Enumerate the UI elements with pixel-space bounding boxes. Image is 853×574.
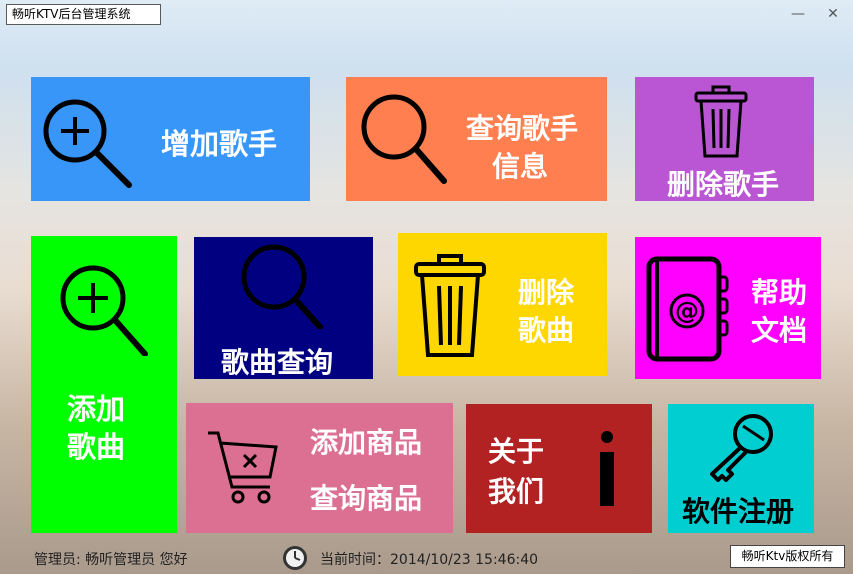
query-singer-tile[interactable]: 查询歌手 信息 xyxy=(346,77,607,201)
window-title: 畅听KTV后台管理系统 xyxy=(6,4,161,25)
delete-singer-label: 删除歌手 xyxy=(667,168,780,201)
close-button[interactable]: ✕ xyxy=(825,6,841,22)
query-singer-label-line1: 查询歌手 xyxy=(466,112,579,145)
register-label: 软件注册 xyxy=(682,495,795,528)
zoom-in-icon xyxy=(57,264,149,356)
add-singer-tile[interactable]: 增加歌手 xyxy=(31,77,310,201)
zoom-in-icon xyxy=(41,97,133,189)
clock-icon xyxy=(282,545,308,571)
query-singer-label-line2: 信息 xyxy=(492,150,549,183)
address-book-icon: @ xyxy=(643,255,733,365)
cart-icon xyxy=(206,429,280,505)
help-doc-tile[interactable]: @ 帮助 文档 xyxy=(635,237,821,379)
register-tile[interactable]: 软件注册 xyxy=(668,404,814,533)
search-icon xyxy=(240,243,326,329)
song-query-label: 歌曲查询 xyxy=(221,346,334,379)
add-goods-button[interactable]: 添加商品 xyxy=(310,421,422,461)
query-goods-button[interactable]: 查询商品 xyxy=(310,477,422,517)
svg-text:@: @ xyxy=(675,297,699,325)
add-song-tile[interactable]: 添加 歌曲 xyxy=(31,236,177,533)
admin-greeting: 管理员: 畅听管理员 您好 xyxy=(34,552,188,568)
about-us-tile[interactable]: 关于 我们 xyxy=(466,404,652,533)
add-singer-label: 增加歌手 xyxy=(161,127,278,161)
trash-icon xyxy=(412,253,488,359)
trash-icon xyxy=(693,85,749,159)
about-us-label-line2: 我们 xyxy=(488,475,545,508)
delete-song-tile[interactable]: 删除 歌曲 xyxy=(398,233,607,376)
key-icon xyxy=(706,412,776,482)
copyright-label: 畅听Ktv版权所有 xyxy=(730,545,845,568)
delete-singer-tile[interactable]: 删除歌手 xyxy=(635,77,814,201)
add-song-label-line2: 歌曲 xyxy=(67,430,126,464)
current-time: 当前时间：2014/10/23 15:46:40 xyxy=(320,552,539,568)
add-song-label-line1: 添加 xyxy=(67,392,126,426)
minimize-button[interactable]: — xyxy=(790,6,806,22)
help-doc-label-line1: 帮助 xyxy=(751,276,808,309)
delete-song-label-line1: 删除 xyxy=(518,276,575,309)
info-icon xyxy=(598,430,616,506)
song-query-tile[interactable]: 歌曲查询 xyxy=(194,237,373,379)
goods-tile: 添加商品 查询商品 xyxy=(186,403,453,533)
delete-song-label-line2: 歌曲 xyxy=(518,314,575,347)
search-icon xyxy=(358,93,450,185)
about-us-label-line1: 关于 xyxy=(488,435,545,468)
help-doc-label-line2: 文档 xyxy=(751,314,808,347)
